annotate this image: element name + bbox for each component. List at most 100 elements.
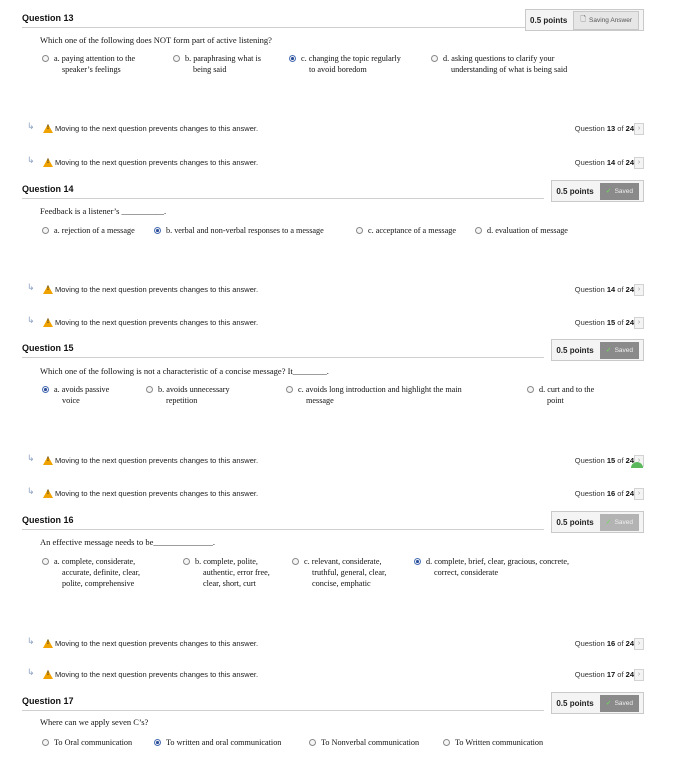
option-label: c. changing the topic regularly bbox=[301, 54, 401, 63]
option-d[interactable]: d. evaluation of message bbox=[475, 225, 568, 236]
green-marker bbox=[631, 462, 643, 468]
warning-icon: ! bbox=[43, 456, 53, 465]
option-b[interactable]: To written and oral communication bbox=[154, 737, 281, 748]
next-question-button[interactable]: › bbox=[634, 488, 644, 500]
radio-button[interactable] bbox=[42, 739, 49, 746]
next-question-button[interactable]: › bbox=[634, 638, 644, 650]
radio-button[interactable] bbox=[183, 558, 190, 565]
saving-status: 🗋 Saving Answer bbox=[573, 10, 639, 30]
option-label: b. complete, polite, bbox=[195, 557, 258, 566]
option-b[interactable]: b. complete, polite, authentic, error fre… bbox=[183, 556, 270, 589]
radio-button[interactable] bbox=[527, 386, 534, 393]
option-label: to avoid boredom bbox=[309, 65, 367, 74]
next-question-button[interactable]: › bbox=[634, 157, 644, 169]
indent-arrow-icon: ↳ bbox=[27, 453, 35, 463]
option-d[interactable]: d. complete, brief, clear, gracious, con… bbox=[414, 556, 569, 578]
radio-button-selected[interactable] bbox=[154, 227, 161, 234]
radio-button[interactable] bbox=[146, 386, 153, 393]
radio-button[interactable] bbox=[356, 227, 363, 234]
checkmark-icon: ✓ bbox=[605, 347, 612, 354]
warning-icon: ! bbox=[43, 285, 53, 294]
option-d[interactable]: d. curt and to the point bbox=[527, 384, 594, 406]
option-label: a. paying attention to the bbox=[54, 54, 136, 63]
option-label: To Oral communication bbox=[54, 738, 133, 747]
divider bbox=[22, 529, 544, 530]
next-question-button[interactable]: › bbox=[634, 317, 644, 329]
option-label: To Nonverbal communication bbox=[321, 738, 420, 747]
option-b[interactable]: b. verbal and non-verbal responses to a … bbox=[154, 225, 324, 236]
navigation-row: ↳ ! Moving to the next question prevents… bbox=[22, 636, 644, 652]
radio-button[interactable] bbox=[475, 227, 482, 234]
question-text: Which one of the following is not a char… bbox=[40, 366, 329, 376]
divider bbox=[22, 710, 544, 711]
question-16-header: Question 16 0.5 points ✓ Saved bbox=[22, 511, 644, 533]
radio-button-selected[interactable] bbox=[414, 558, 421, 565]
saved-status: ✓ Saved bbox=[599, 182, 639, 200]
option-label: b. paraphrasing what is bbox=[185, 54, 261, 63]
option-label: To written and oral communication bbox=[166, 738, 282, 747]
question-counter: Question 16 of 24 bbox=[574, 489, 634, 498]
question-text: Feedback is a listener’s __________. bbox=[40, 206, 167, 216]
indent-arrow-icon: ↳ bbox=[27, 121, 35, 131]
option-a[interactable]: a. paying attention to the speaker’s feel… bbox=[42, 53, 135, 75]
nav-warning-text: Moving to the next question prevents cha… bbox=[55, 318, 259, 327]
option-label: point bbox=[547, 396, 564, 405]
option-d[interactable]: d. asking questions to clarify your under… bbox=[431, 53, 567, 75]
next-question-button[interactable]: › bbox=[634, 284, 644, 296]
option-a[interactable]: a. rejection of a message bbox=[42, 225, 135, 236]
radio-button[interactable] bbox=[431, 55, 438, 62]
option-label: d. evaluation of message bbox=[487, 226, 568, 235]
navigation-row: ↳ ! Moving to the next question prevents… bbox=[22, 155, 644, 171]
option-c[interactable]: To Nonverbal communication bbox=[309, 737, 419, 748]
option-label: a. avoids passive bbox=[54, 385, 110, 394]
question-text: An effective message needs to be________… bbox=[40, 537, 215, 547]
points-box: 0.5 points 🗋 Saving Answer bbox=[525, 9, 644, 31]
option-label: being said bbox=[193, 65, 227, 74]
radio-button[interactable] bbox=[292, 558, 299, 565]
question-title: Question 16 bbox=[22, 515, 74, 525]
option-c[interactable]: c. changing the topic regularly to avoid … bbox=[289, 53, 401, 75]
next-question-button[interactable]: › bbox=[634, 123, 644, 135]
radio-button[interactable] bbox=[443, 739, 450, 746]
option-c[interactable]: c. avoids long introduction and highligh… bbox=[286, 384, 462, 406]
warning-icon: ! bbox=[43, 158, 53, 167]
radio-button[interactable] bbox=[42, 227, 49, 234]
navigation-row: ↳ ! Moving to the next question prevents… bbox=[22, 486, 644, 502]
next-question-button[interactable]: › bbox=[634, 669, 644, 681]
option-label: b. avoids unnecessary bbox=[158, 385, 230, 394]
divider bbox=[22, 198, 544, 199]
option-label: speaker’s feelings bbox=[62, 65, 121, 74]
points-box: 0.5 points ✓ Saved bbox=[551, 339, 644, 361]
question-counter: Question 14 of 24 bbox=[574, 285, 634, 294]
option-b[interactable]: b. paraphrasing what is being said bbox=[173, 53, 261, 75]
radio-button[interactable] bbox=[309, 739, 316, 746]
question-counter: Question 15 of 24 bbox=[574, 318, 634, 327]
question-counter: Question 17 of 24 bbox=[574, 670, 634, 679]
option-b[interactable]: b. avoids unnecessary repetition bbox=[146, 384, 230, 406]
radio-button-selected[interactable] bbox=[42, 386, 49, 393]
option-label: d. curt and to the bbox=[539, 385, 595, 394]
status-label: Saved bbox=[614, 518, 633, 526]
option-c[interactable]: c. relevant, considerate, truthful, gener… bbox=[292, 556, 386, 589]
option-d[interactable]: To Written communication bbox=[443, 737, 543, 748]
radio-button[interactable] bbox=[173, 55, 180, 62]
question-title: Question 15 bbox=[22, 343, 74, 353]
question-counter: Question 14 of 24 bbox=[574, 158, 634, 167]
option-label: d. complete, brief, clear, gracious, con… bbox=[426, 557, 570, 566]
radio-button[interactable] bbox=[286, 386, 293, 393]
radio-button[interactable] bbox=[42, 558, 49, 565]
radio-button-selected[interactable] bbox=[154, 739, 161, 746]
checkmark-icon: ✓ bbox=[605, 519, 612, 526]
option-label: a. rejection of a message bbox=[54, 226, 135, 235]
option-label: d. asking questions to clarify your bbox=[443, 54, 555, 63]
option-a[interactable]: To Oral communication bbox=[42, 737, 132, 748]
option-c[interactable]: c. acceptance of a message bbox=[356, 225, 456, 236]
option-label: concise, emphatic bbox=[312, 579, 371, 588]
option-a[interactable]: a. complete, considerate, accurate, defin… bbox=[42, 556, 140, 589]
navigation-row: ↳ ! Moving to the next question prevents… bbox=[22, 121, 644, 137]
question-counter: Question 16 of 24 bbox=[574, 639, 634, 648]
option-a[interactable]: a. avoids passive voice bbox=[42, 384, 109, 406]
radio-button-selected[interactable] bbox=[289, 55, 296, 62]
radio-button[interactable] bbox=[42, 55, 49, 62]
points-value: 0.5 points bbox=[556, 698, 594, 708]
